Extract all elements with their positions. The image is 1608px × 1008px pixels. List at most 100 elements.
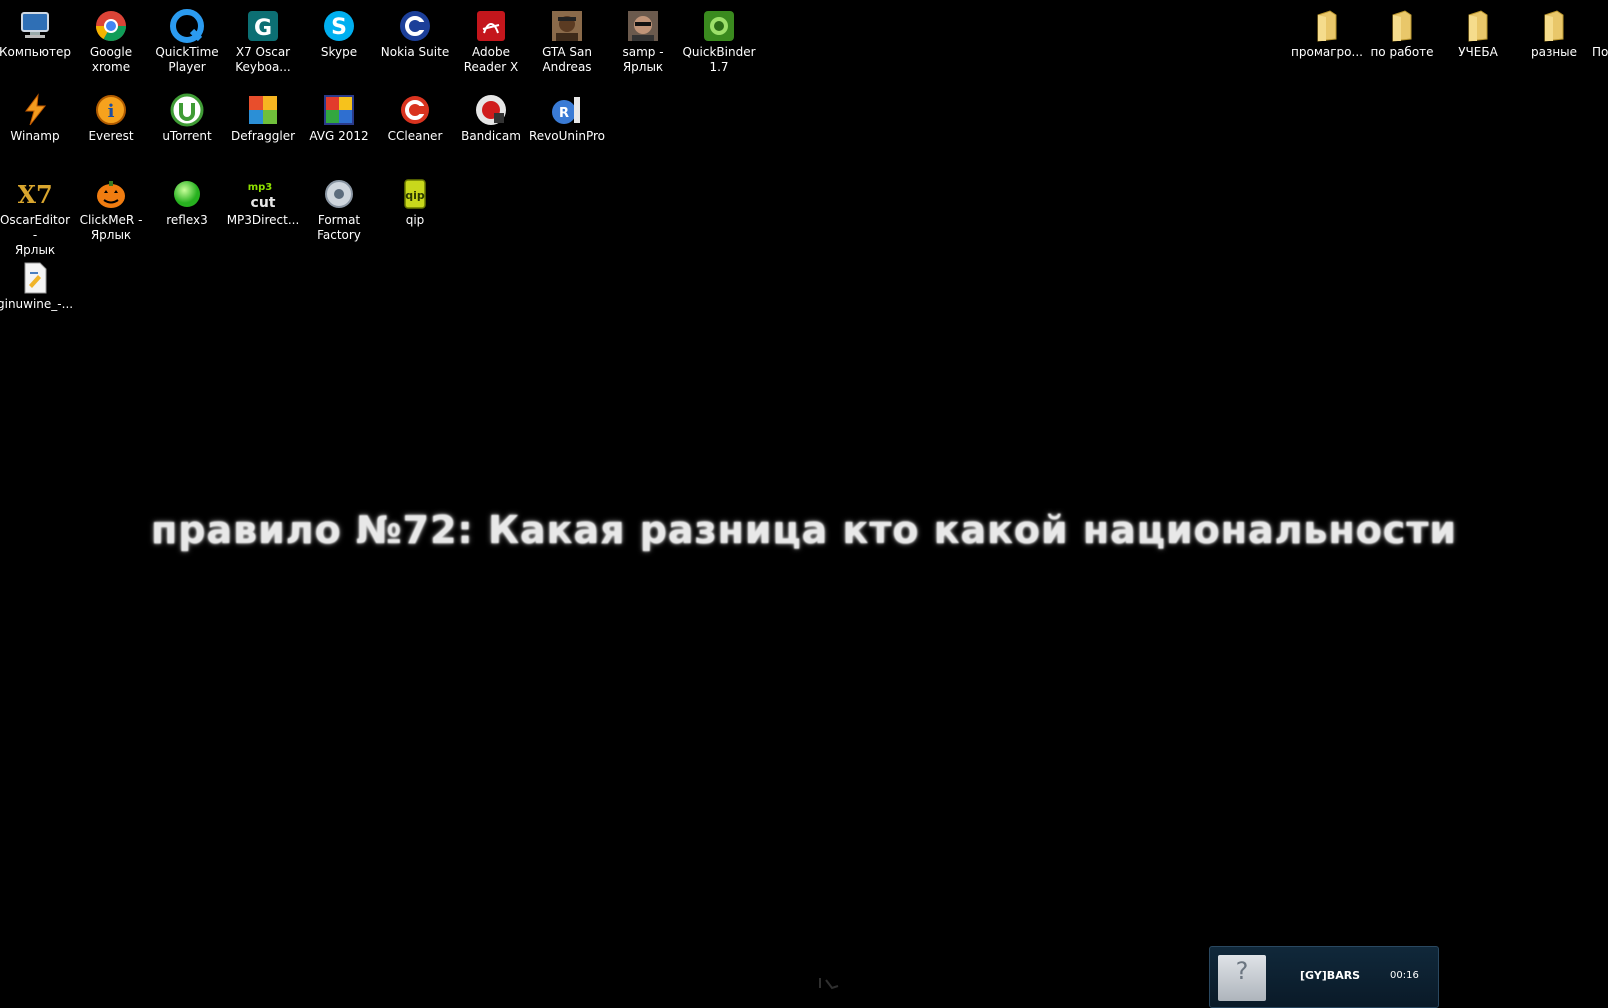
- folder-label: по работе: [1370, 45, 1434, 59]
- cursor-icon: [819, 978, 839, 990]
- qip-icon: qip: [398, 177, 432, 211]
- folder-icon-raznye[interactable]: разные: [1516, 5, 1592, 87]
- folder-label: По: [1592, 45, 1608, 59]
- desktop-icon-oscareditor[interactable]: X7 OscarEditor - Ярлык: [0, 173, 73, 257]
- reflex-icon: [170, 177, 204, 211]
- format-factory-icon: [322, 177, 356, 211]
- folder-icon-partial[interactable]: По: [1592, 5, 1608, 87]
- desktop-icon-skype[interactable]: S Skype: [301, 5, 377, 87]
- folder-label: разные: [1530, 45, 1578, 59]
- svg-text:S: S: [331, 15, 347, 40]
- desktop-icon-everest[interactable]: i Everest: [73, 89, 149, 171]
- revo-icon: R: [550, 93, 584, 127]
- contact-notification[interactable]: ? [GY]BARS 00:16: [1209, 946, 1439, 1008]
- icon-label: Skype: [320, 45, 358, 59]
- contact-nick: [GY]BARS: [1300, 969, 1361, 982]
- icon-label: Everest: [88, 129, 134, 143]
- icon-label: Nokia Suite: [380, 45, 450, 59]
- desktop-icon-revo[interactable]: R RevoUninPro: [529, 89, 605, 171]
- svg-text:qip: qip: [405, 189, 425, 202]
- icon-label: Format Factory: [317, 213, 361, 242]
- adobe-reader-icon: [474, 9, 508, 43]
- svg-text:cut: cut: [251, 195, 276, 211]
- x7-oscar-icon: G: [246, 9, 280, 43]
- folder-icon: [1537, 9, 1571, 43]
- desktop-icon-file[interactable]: ginuwine_-...: [0, 257, 73, 339]
- desktop-icon-format-factory[interactable]: Format Factory: [301, 173, 377, 255]
- quickbinder-icon: [702, 9, 736, 43]
- icon-label: X7 Oscar Keyboa...: [235, 45, 291, 74]
- desktop-icon-computer[interactable]: Компьютер: [0, 5, 73, 87]
- avg-icon: [322, 93, 356, 127]
- icon-label: samp - Ярлык: [622, 45, 664, 74]
- overlay-caption: правило №72: Какая разница кто какой нац…: [150, 508, 1457, 552]
- notification-time: 00:16: [1390, 970, 1419, 981]
- icon-label: GTA San Andreas: [542, 45, 592, 74]
- icon-label: CCleaner: [387, 129, 443, 143]
- icon-label: OscarEditor - Ярлык: [0, 213, 71, 257]
- gta-icon: [550, 9, 584, 43]
- svg-text:X7: X7: [18, 180, 52, 209]
- desktop-icon-bandicam[interactable]: Bandicam: [453, 89, 529, 171]
- everest-icon: i: [94, 93, 128, 127]
- folder-label: УЧЕБА: [1458, 45, 1498, 59]
- icon-label: qip: [405, 213, 425, 227]
- icon-label: RevoUninPro: [529, 129, 605, 143]
- icon-label: Google xrome: [89, 45, 133, 74]
- icon-label: reflex3: [166, 213, 208, 227]
- desktop-icon-samp[interactable]: samp - Ярлык: [605, 5, 681, 87]
- icon-label: Adobe Reader X: [463, 45, 519, 74]
- desktop-icon-reflex[interactable]: reflex3: [149, 173, 225, 255]
- computer-icon: [18, 9, 52, 43]
- desktop-icon-avg[interactable]: AVG 2012: [301, 89, 377, 171]
- folder-icon: [1385, 9, 1419, 43]
- desktop-icon-gta[interactable]: GTA San Andreas: [529, 5, 605, 87]
- icon-label: uTorrent: [162, 129, 212, 143]
- desktop-icon-x7-oscar[interactable]: G X7 Oscar Keyboa...: [225, 5, 301, 87]
- desktop-icon-qip[interactable]: qip qip: [377, 173, 453, 255]
- desktop-icon-quicktime[interactable]: QuickTime Player: [149, 5, 225, 87]
- folder-icon-promagro[interactable]: промагро...: [1289, 5, 1365, 87]
- folder-icon-ucheba[interactable]: УЧЕБА: [1440, 5, 1516, 87]
- clickmer-icon: [94, 177, 128, 211]
- icon-label: Winamp: [10, 129, 60, 143]
- ccleaner-icon: [398, 93, 432, 127]
- samp-icon: [626, 9, 660, 43]
- utorrent-icon: [170, 93, 204, 127]
- desktop-icon-defraggler[interactable]: Defraggler: [225, 89, 301, 171]
- nokia-suite-icon: [398, 9, 432, 43]
- desktop: Компьютер Google xrome QuickTime Player …: [0, 0, 1608, 1008]
- desktop-icon-mp3directcut[interactable]: mp3 cut MP3Direct...: [225, 173, 301, 255]
- svg-text:mp3: mp3: [248, 182, 273, 193]
- desktop-icon-winamp[interactable]: Winamp: [0, 89, 73, 171]
- desktop-icon-chrome[interactable]: Google xrome: [73, 5, 149, 87]
- desktop-icon-ccleaner[interactable]: CCleaner: [377, 89, 453, 171]
- oscareditor-icon: X7: [18, 177, 52, 211]
- icon-label: ginuwine_-...: [0, 297, 74, 311]
- skype-icon: S: [322, 9, 356, 43]
- unknown-user-icon: ?: [1235, 957, 1249, 985]
- folder-label: промагро...: [1291, 45, 1363, 59]
- desktop-icon-utorrent[interactable]: uTorrent: [149, 89, 225, 171]
- icon-label: MP3Direct...: [226, 213, 300, 227]
- svg-text:i: i: [108, 101, 115, 122]
- mp3directcut-icon: mp3 cut: [246, 177, 280, 211]
- defraggler-icon: [246, 93, 280, 127]
- avatar: ?: [1218, 955, 1266, 1001]
- desktop-icon-adobe-reader[interactable]: Adobe Reader X: [453, 5, 529, 87]
- folder-icon-po-rabote[interactable]: по работе: [1364, 5, 1440, 87]
- icon-label: Bandicam: [461, 129, 521, 143]
- icon-label: ClickMeR - Ярлык: [79, 213, 143, 242]
- icon-label: QuickBinder 1.7: [682, 45, 756, 74]
- icon-label: QuickTime Player: [155, 45, 219, 74]
- icon-label: AVG 2012: [309, 129, 369, 143]
- folder-icon: [1310, 9, 1344, 43]
- icon-label: Defraggler: [230, 129, 296, 143]
- svg-text:G: G: [254, 16, 272, 41]
- desktop-icon-nokia-suite[interactable]: Nokia Suite: [377, 5, 453, 87]
- chrome-icon: [94, 9, 128, 43]
- winamp-icon: [18, 93, 52, 127]
- desktop-icon-clickmer[interactable]: ClickMeR - Ярлык: [73, 173, 149, 255]
- icon-label: Компьютер: [0, 45, 71, 59]
- desktop-icon-quickbinder[interactable]: QuickBinder 1.7: [681, 5, 757, 87]
